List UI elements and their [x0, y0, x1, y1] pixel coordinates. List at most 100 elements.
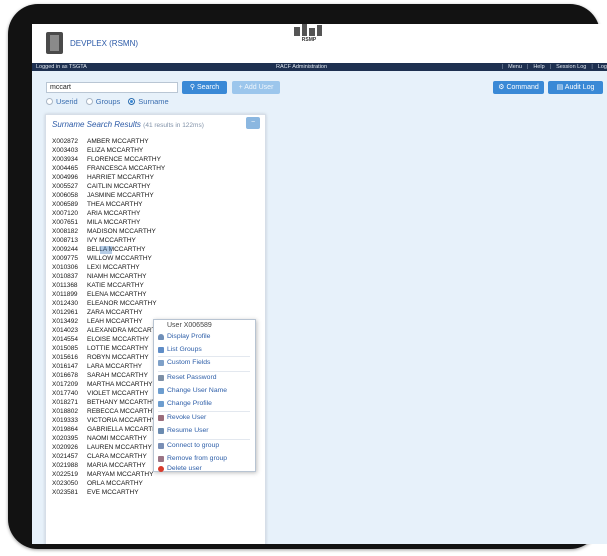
menu-item-display-profile[interactable]: Display Profile: [158, 332, 210, 342]
radio-userid[interactable]: Userid: [46, 97, 78, 106]
table-row[interactable]: X017209 MARTHA MCCARTHY: [52, 380, 165, 389]
user-id: X012961: [52, 309, 79, 316]
user-icon: [158, 334, 164, 340]
table-row[interactable]: X015616 ROBYN MCCARTHY: [52, 353, 165, 362]
table-row[interactable]: X011899 ELENA MCCARTHY: [52, 290, 165, 299]
collapse-button[interactable]: −: [246, 117, 260, 129]
table-row[interactable]: X002872 AMBER MCCARTHY: [52, 137, 165, 146]
menu-item-list-groups[interactable]: List Groups: [158, 345, 202, 355]
table-row[interactable]: X013492 LEAH MCCARTHY: [52, 317, 165, 326]
audit-log-button-label: Audit Log: [564, 84, 595, 91]
menu-item-remove-from-group[interactable]: Remove from group: [158, 454, 227, 464]
nav-menu[interactable]: Menu: [508, 63, 522, 71]
table-row[interactable]: X010837 NIAMH MCCARTHY: [52, 272, 165, 281]
table-row[interactable]: X021457 CLARA MCCARTHY: [52, 452, 165, 461]
table-row[interactable]: X023581 EVE MCCARTHY: [52, 488, 165, 497]
table-row[interactable]: X010306 LEXI MCCARTHY: [52, 263, 165, 272]
user-id: X007651: [52, 219, 79, 226]
radio-label: Groups: [95, 97, 121, 106]
command-button[interactable]: ⚙ Command: [493, 81, 544, 94]
table-row[interactable]: X020395 NAOMI MCCARTHY: [52, 434, 165, 443]
table-row[interactable]: X018271 BETHANY MCCARTHY: [52, 398, 165, 407]
table-row[interactable]: X004465 FRANCESCA MCCARTHY: [52, 164, 165, 173]
user-id: X008182: [52, 228, 79, 235]
table-row[interactable]: X023050 ORLA MCCARTHY: [52, 479, 165, 488]
table-row[interactable]: X012961 ZARA MCCARTHY: [52, 308, 165, 317]
table-row[interactable]: X011368 KATIE MCCARTHY: [52, 281, 165, 290]
table-row[interactable]: X007120 ARIA MCCARTHY: [52, 209, 165, 218]
menu-item-change-profile[interactable]: Change Profile: [158, 399, 212, 409]
table-row[interactable]: X004996 HARRIET MCCARTHY: [52, 173, 165, 182]
app-title[interactable]: DEVPLEX (RSMN): [70, 39, 138, 48]
radio-groups[interactable]: Groups: [85, 97, 121, 106]
search-results-panel: Surname Search Results (41 results in 12…: [45, 114, 266, 544]
menu-item-reset-password[interactable]: Reset Password: [158, 373, 217, 383]
add-user-button[interactable]: + Add User: [232, 81, 280, 94]
rsmp-label: RSMP: [301, 37, 317, 43]
user-name: EVE MCCARTHY: [87, 489, 139, 496]
menu-item-change-user-name[interactable]: Change User Name: [158, 386, 227, 396]
table-row[interactable]: X020926 LAUREN MCCARTHY: [52, 443, 165, 452]
edit-icon: [158, 388, 164, 394]
table-row[interactable]: X006589 THEA MCCARTHY: [52, 200, 165, 209]
menu-item-delete-user[interactable]: Delete user: [158, 464, 202, 474]
logged-in-text: Logged in as TSGTA: [36, 64, 87, 70]
device-frame: DEVPLEX (RSMN) RSMP Logged in as TSGTA R…: [8, 4, 607, 549]
radio-button-selected[interactable]: [128, 98, 136, 105]
nav-session-log[interactable]: Session Log: [556, 63, 586, 71]
table-row[interactable]: X016678 SARAH MCCARTHY: [52, 371, 165, 380]
table-row[interactable]: X018802 REBECCA MCCARTHY: [52, 407, 165, 416]
table-row[interactable]: X012430 ELEANOR MCCARTHY: [52, 299, 165, 308]
table-row[interactable]: X006058 JASMINE MCCARTHY: [52, 191, 165, 200]
context-menu: User X006589 Display Profile List Groups C…: [153, 319, 256, 472]
user-name: MARYAM MCCARTHY: [87, 471, 154, 478]
search-icon: ⚲: [189, 84, 195, 91]
table-row[interactable]: X009775 WILLOW MCCARTHY: [52, 254, 165, 263]
radio-button[interactable]: [85, 98, 93, 105]
nav-logoff[interactable]: Logoff: [598, 63, 607, 71]
user-id: X002872: [52, 138, 79, 145]
user-name: ORLA MCCARTHY: [87, 480, 143, 487]
table-row[interactable]: X005527 CAITLIN MCCARTHY: [52, 182, 165, 191]
menu-item-revoke-user[interactable]: Revoke User: [158, 413, 206, 423]
table-row[interactable]: X008182 MADISON MCCARTHY: [52, 227, 165, 236]
radio-button[interactable]: [46, 98, 53, 105]
command-button-label: Command: [506, 84, 539, 91]
table-row[interactable]: X008713 IVY MCCARTHY: [52, 236, 165, 245]
table-row[interactable]: X014554 ELOISE MCCARTHY: [52, 335, 165, 344]
user-id: X015616: [52, 354, 79, 361]
group-icon: [158, 347, 164, 353]
menu-item-label: Remove from group: [167, 455, 228, 462]
search-button[interactable]: ⚲ Search: [182, 81, 227, 94]
menu-item-custom-fields[interactable]: Custom Fields: [158, 358, 210, 368]
radio-surname[interactable]: Surname: [128, 97, 169, 106]
search-input[interactable]: mccart: [46, 82, 178, 93]
table-row[interactable]: X017740 VIOLET MCCARTHY: [52, 389, 165, 398]
user-id: X014023: [52, 327, 79, 334]
table-row[interactable]: X021988 MARIA MCCARTHY: [52, 461, 165, 470]
table-row[interactable]: X003403 ELIZA MCCARTHY: [52, 146, 165, 155]
user-name: LEXI MCCARTHY: [87, 264, 140, 271]
table-row[interactable]: X014023 ALEXANDRA MCCARTHY: [52, 326, 165, 335]
table-row[interactable]: X019864 GABRIELLA MCCARTHY: [52, 425, 165, 434]
results-list: X002872 AMBER MCCARTHY X003403 ELIZA MCCART…: [52, 137, 165, 497]
user-name: HARRIET MCCARTHY: [87, 174, 154, 181]
audit-log-button[interactable]: ▤ Audit Log: [548, 81, 603, 94]
menu-item-label: List Groups: [167, 346, 202, 353]
table-row[interactable]: X003934 FLORENCE MCCARTHY: [52, 155, 165, 164]
menu-item-connect-to-group[interactable]: Connect to group: [158, 441, 219, 451]
table-row[interactable]: X022519 MARYAM MCCARTHY: [52, 470, 165, 479]
user-id: X021457: [52, 453, 79, 460]
status-bar-left: Logged in as TSGTA: [32, 63, 272, 71]
nav-help[interactable]: Help: [533, 63, 544, 71]
user-name: MILA MCCARTHY: [87, 219, 141, 226]
table-row[interactable]: X007651 MILA MCCARTHY: [52, 218, 165, 227]
revoke-icon: [158, 415, 164, 421]
table-row[interactable]: X016147 LARA MCCARTHY: [52, 362, 165, 371]
user-id: X023050: [52, 480, 79, 487]
table-row[interactable]: X015085 LOTTIE MCCARTHY: [52, 344, 165, 353]
table-row[interactable]: X019333 VICTORIA MCCARTHY: [52, 416, 165, 425]
user-id: X004996: [52, 174, 79, 181]
menu-item-label: Resume User: [167, 427, 209, 434]
menu-item-resume-user[interactable]: Resume User: [158, 426, 209, 436]
